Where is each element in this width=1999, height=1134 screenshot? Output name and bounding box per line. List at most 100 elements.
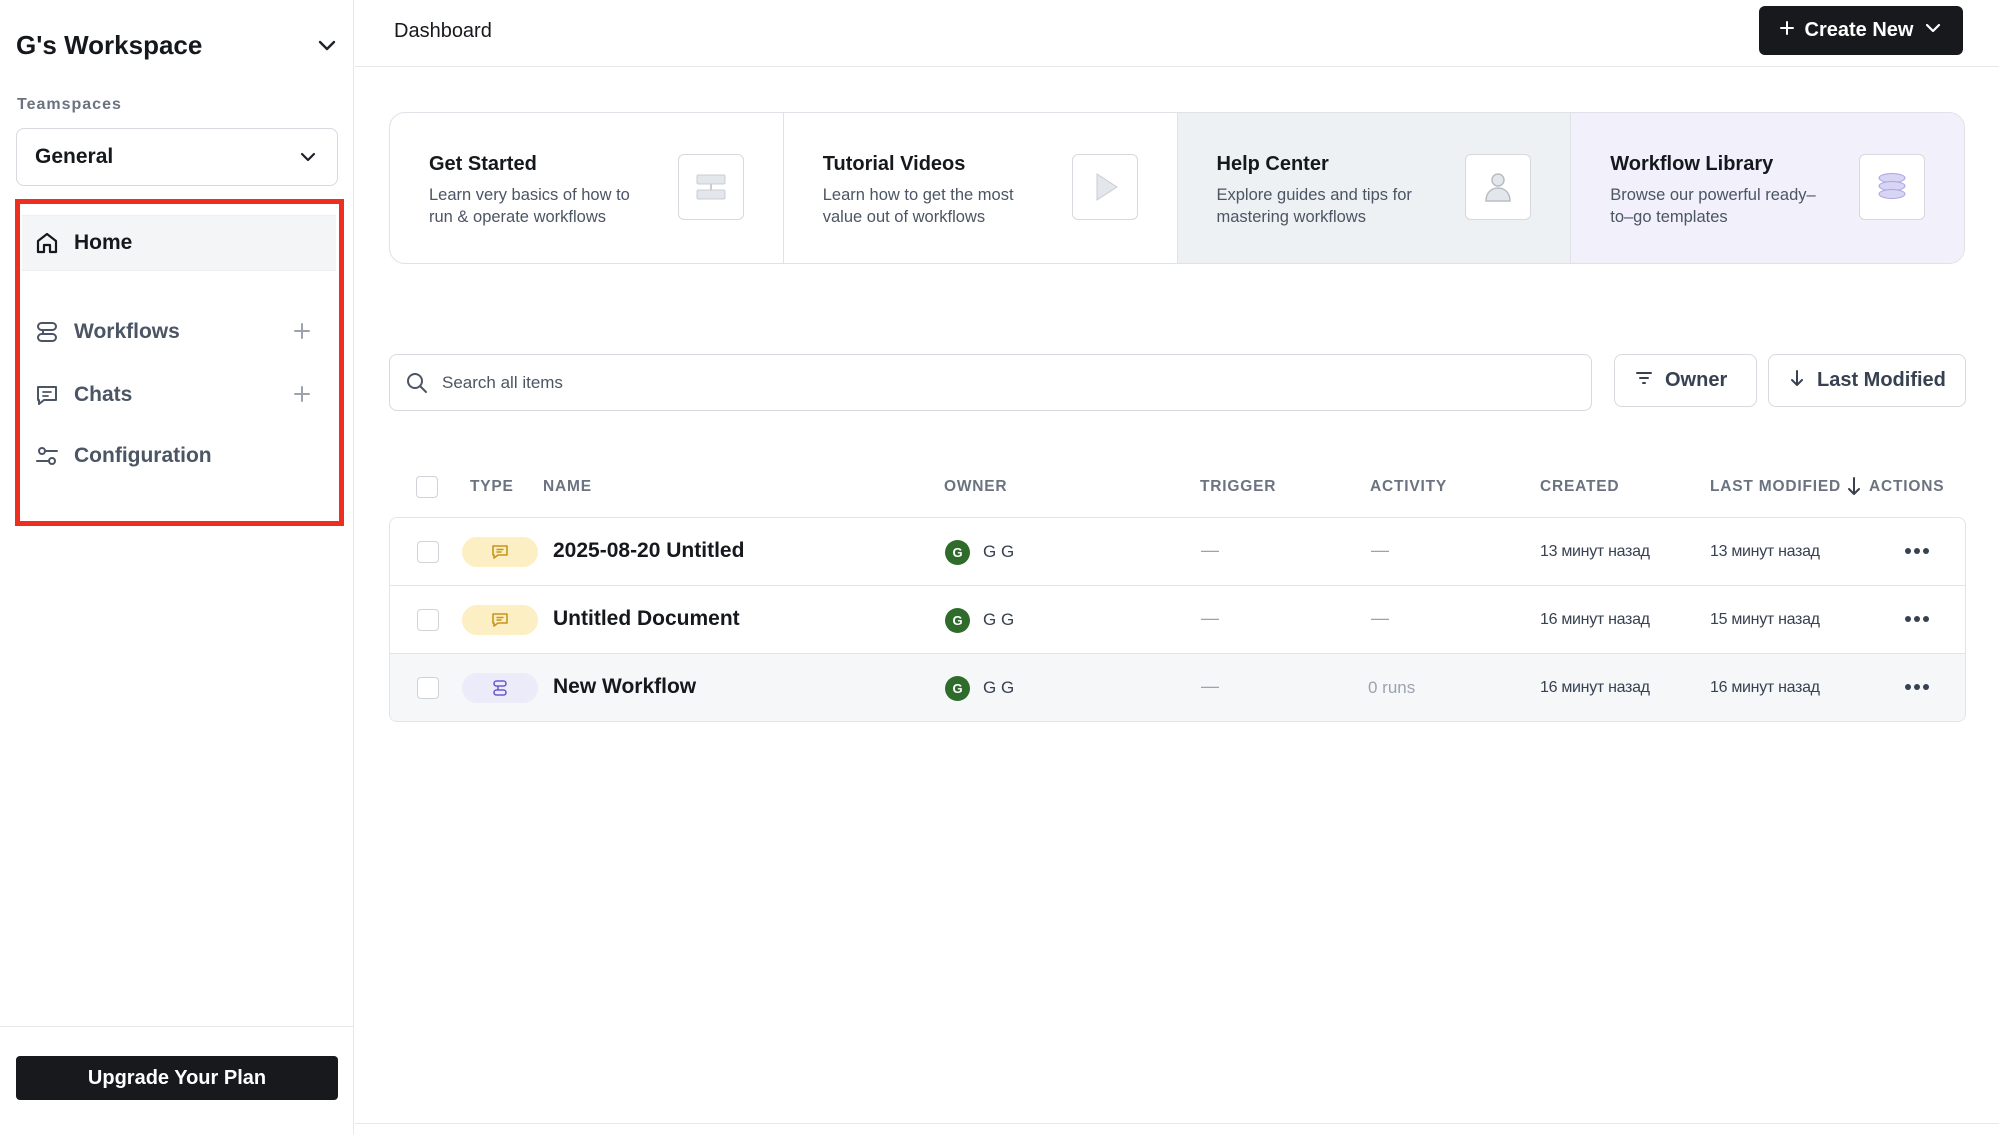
column-name[interactable]: NAME <box>543 478 592 496</box>
column-created[interactable]: CREATED <box>1540 478 1619 496</box>
avatar: G <box>945 676 970 701</box>
card-description: Learn very basics of how to run & operat… <box>429 186 630 226</box>
row-checkbox[interactable] <box>417 609 439 631</box>
row-checkbox[interactable] <box>417 677 439 699</box>
sidebar-item-label: Configuration <box>74 444 212 467</box>
workspace-name: G's Workspace <box>16 29 203 60</box>
chat-icon <box>34 382 60 408</box>
card-get-started[interactable]: Get Started Learn very basics of how to … <box>390 113 784 263</box>
sort-last-modified-button[interactable]: Last Modified <box>1768 354 1966 407</box>
search-icon <box>404 370 430 396</box>
item-name[interactable]: New Workflow <box>553 675 696 699</box>
item-name[interactable]: Untitled Document <box>553 607 740 631</box>
search-input[interactable] <box>442 372 1591 393</box>
trigger-value: — <box>1201 608 1219 628</box>
sidebar-item-workflows[interactable]: Workflows <box>22 304 336 360</box>
sidebar-item-configuration[interactable]: Configuration <box>22 428 336 484</box>
card-tutorial-videos[interactable]: Tutorial Videos Learn how to get the mos… <box>784 113 1178 263</box>
owner-filter-label: Owner <box>1665 369 1728 391</box>
items-table: 2025-08-20 Untitled G G G — — 13 минут н… <box>389 517 1966 722</box>
table-row[interactable]: 2025-08-20 Untitled G G G — — 13 минут н… <box>390 518 1965 586</box>
column-trigger[interactable]: TRIGGER <box>1200 478 1276 496</box>
item-name[interactable]: 2025-08-20 Untitled <box>553 539 744 563</box>
table-header: TYPE NAME OWNER TRIGGER ACTIVITY CREATED… <box>389 470 1966 510</box>
column-owner[interactable]: OWNER <box>944 478 1007 496</box>
modified-date: 13 минут назад <box>1710 543 1820 560</box>
sidebar-item-label: Workflows <box>74 320 180 343</box>
sidebar-divider <box>0 1026 354 1027</box>
sidebar-item-label: Chats <box>74 383 133 406</box>
workflow-icon <box>493 680 507 696</box>
sidebar: G's Workspace Teamspaces General Home Wo… <box>0 0 354 1134</box>
add-chat-icon[interactable] <box>290 382 314 406</box>
chat-icon <box>492 545 508 559</box>
column-actions: ACTIONS <box>1869 478 1945 495</box>
person-icon <box>1465 154 1532 220</box>
column-type[interactable]: TYPE <box>470 478 514 496</box>
sidebar-item-label: Home <box>74 231 133 254</box>
activity-value: — <box>1371 608 1389 628</box>
chat-type-badge <box>462 605 538 635</box>
workflow-type-badge <box>462 673 538 703</box>
plus-icon <box>1779 19 1795 42</box>
teamspaces-label: Teamspaces <box>17 96 122 113</box>
avatar: G <box>945 608 970 633</box>
trigger-value: — <box>1201 676 1219 696</box>
create-new-button[interactable]: Create New <box>1759 6 1963 55</box>
layout-icon <box>677 154 744 220</box>
topbar: Dashboard Create New <box>355 0 1999 67</box>
chevron-down-icon <box>1923 18 1943 44</box>
modified-date: 15 минут назад <box>1710 611 1820 628</box>
chat-icon <box>492 613 508 627</box>
breadcrumb[interactable]: Dashboard <box>394 20 492 43</box>
card-workflow-library[interactable]: Workflow Library Browse our powerful rea… <box>1571 113 1964 263</box>
avatar: G <box>945 540 970 565</box>
chevron-down-icon <box>297 146 319 168</box>
workspace-switcher[interactable]: G's Workspace <box>16 26 338 64</box>
sidebar-item-chats[interactable]: Chats <box>22 367 336 423</box>
owner-name: G G <box>983 542 1015 561</box>
created-date: 16 минут назад <box>1540 611 1650 628</box>
card-description: Learn how to get the most value out of w… <box>822 186 1014 226</box>
filter-icon <box>1635 369 1653 393</box>
workflow-icon <box>34 319 60 345</box>
stack-icon <box>1859 154 1925 220</box>
card-help-center[interactable]: Help Center Explore guides and tips for … <box>1177 113 1572 263</box>
owner-name: G G <box>983 610 1015 629</box>
created-date: 16 минут назад <box>1540 679 1650 696</box>
trigger-value: — <box>1201 540 1219 560</box>
home-icon <box>34 230 60 256</box>
create-new-label: Create New <box>1804 19 1914 41</box>
bottom-divider <box>355 1123 1999 1124</box>
modified-date: 16 минут назад <box>1710 679 1820 696</box>
more-actions-icon[interactable] <box>1902 608 1932 630</box>
sort-label: Last Modified <box>1817 369 1946 391</box>
sort-arrow-icon[interactable] <box>1847 476 1861 501</box>
card-description: Explore guides and tips for mastering wo… <box>1216 186 1412 226</box>
created-date: 13 минут назад <box>1540 543 1650 560</box>
teamspace-select[interactable]: General <box>16 128 338 186</box>
owner-filter-button[interactable]: Owner <box>1614 354 1757 407</box>
chevron-down-icon[interactable] <box>316 34 338 56</box>
more-actions-icon[interactable] <box>1902 540 1932 562</box>
table-row[interactable]: New Workflow G G G — 0 runs 16 минут наз… <box>390 654 1965 721</box>
row-checkbox[interactable] <box>417 541 439 563</box>
column-last-modified[interactable]: LAST MODIFIED <box>1710 478 1841 496</box>
owner-name: G G <box>983 678 1015 697</box>
teamspace-value: General <box>35 145 114 168</box>
column-activity[interactable]: ACTIVITY <box>1370 478 1447 496</box>
table-row[interactable]: Untitled Document G G G — — 16 минут наз… <box>390 586 1965 654</box>
search-bar[interactable] <box>389 354 1592 411</box>
activity-value[interactable]: 0 runs <box>1368 678 1415 698</box>
chat-type-badge <box>462 537 538 567</box>
sliders-icon <box>34 443 60 469</box>
more-actions-icon[interactable] <box>1902 676 1932 698</box>
select-all-checkbox[interactable] <box>416 476 438 498</box>
sidebar-item-home[interactable]: Home <box>22 215 336 271</box>
arrow-down-icon <box>1789 369 1805 393</box>
quick-start-cards: Get Started Learn very basics of how to … <box>389 112 1965 264</box>
card-description: Browse our powerful ready–to–go template… <box>1610 186 1816 226</box>
add-workflow-icon[interactable] <box>290 319 314 343</box>
activity-value: — <box>1371 540 1389 560</box>
upgrade-plan-button[interactable]: Upgrade Your Plan <box>16 1056 338 1100</box>
